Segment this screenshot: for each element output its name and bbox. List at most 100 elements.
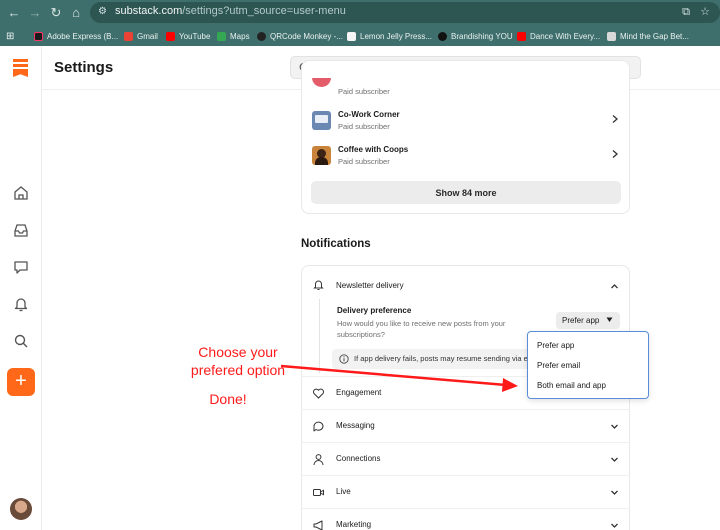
video-camera-icon xyxy=(313,489,324,496)
inbox-icon[interactable] xyxy=(12,221,30,239)
bookmarks-bar: ⊞ Adobe Express (B... Gmail YouTube Maps… xyxy=(0,26,720,46)
chat-icon[interactable] xyxy=(12,258,30,276)
bookmark-label: Gmail xyxy=(137,31,158,41)
site-info-icon[interactable]: ⚙ xyxy=(98,6,110,18)
bookmark-brandishing-you[interactable]: Brandishing YOU xyxy=(438,29,513,43)
url-host: substack.com xyxy=(115,5,183,17)
qrcode-icon xyxy=(257,31,266,41)
list-item[interactable]: Paid subscriber xyxy=(312,79,620,96)
home-nav-icon[interactable] xyxy=(12,184,30,202)
url-text[interactable]: substack.com/settings?utm_source=user-me… xyxy=(115,5,346,17)
chevron-up-icon[interactable] xyxy=(610,282,619,291)
home-icon[interactable]: ⌂ xyxy=(68,5,84,21)
bookmark-gmail[interactable]: Gmail xyxy=(124,29,158,43)
bookmark-star-icon[interactable]: ☆ xyxy=(698,5,712,19)
bell-icon xyxy=(313,280,324,290)
subscription-meta: Paid subscriber xyxy=(338,122,390,131)
cast-icon[interactable]: ⧉ xyxy=(679,5,693,19)
bookmark-dance[interactable]: Dance With Every... xyxy=(517,29,600,43)
notification-row-messaging[interactable]: Messaging xyxy=(301,409,630,442)
subscription-meta: Paid subscriber xyxy=(338,157,390,166)
youtube-icon xyxy=(517,31,526,41)
annotation-line-1: Choose your xyxy=(198,344,278,360)
bookmark-lemon-jelly[interactable]: Lemon Jelly Press... xyxy=(347,29,432,43)
url-path: /settings?utm_source=user-menu xyxy=(182,5,346,17)
chevron-down-icon xyxy=(611,457,618,462)
notification-label: Connections xyxy=(336,454,381,463)
list-item[interactable]: Coffee with Coops Paid subscriber xyxy=(312,144,620,172)
bookmark-adobe-express[interactable]: Adobe Express (B... xyxy=(34,29,118,43)
maps-icon xyxy=(217,31,226,41)
gmail-icon xyxy=(124,31,133,41)
forward-icon[interactable]: → xyxy=(27,5,43,21)
annotation-line-2: prefered option xyxy=(190,362,286,378)
lemon-jelly-icon xyxy=(347,31,356,41)
chevron-right-icon[interactable] xyxy=(610,149,620,159)
bookmark-label: Mind the Gap Bet... xyxy=(620,31,689,41)
apps-grid-icon[interactable]: ⊞ xyxy=(6,29,14,43)
search-nav-icon[interactable] xyxy=(12,332,30,350)
bookmark-label: Adobe Express (B... xyxy=(47,31,119,41)
bookmark-qrcode-monkey[interactable]: QRCode Monkey -... xyxy=(257,29,343,43)
notification-row-marketing[interactable]: Marketing xyxy=(301,508,630,530)
subscription-meta: Paid subscriber xyxy=(338,87,390,96)
bookmark-label: YouTube xyxy=(179,31,211,41)
subscription-name: Coffee with Coops xyxy=(338,145,409,154)
plus-icon: + xyxy=(15,370,27,392)
subscription-name: Co-Work Corner xyxy=(338,110,400,119)
notification-row-connections[interactable]: Connections xyxy=(301,442,630,475)
notification-label: Messaging xyxy=(336,421,375,430)
indent-line xyxy=(319,299,320,373)
option-prefer-app[interactable]: Prefer app xyxy=(537,341,574,350)
bookmark-youtube[interactable]: YouTube xyxy=(166,29,210,43)
list-item[interactable]: Co-Work Corner Paid subscriber xyxy=(312,109,620,137)
subscriptions-card: Paid subscriber Co-Work Corner Paid subs… xyxy=(301,60,630,214)
delivery-preference-select[interactable]: Prefer app xyxy=(556,312,620,329)
back-icon[interactable]: ← xyxy=(6,5,22,21)
megaphone-icon xyxy=(313,520,323,530)
chevron-down-icon xyxy=(611,490,618,495)
caret-down-icon xyxy=(606,317,613,322)
create-post-button[interactable]: + xyxy=(7,368,35,396)
bookmark-mind-the-gap[interactable]: Mind the Gap Bet... xyxy=(607,29,689,43)
person-icon xyxy=(313,454,324,466)
delivery-preference-dropdown: Prefer app Prefer email Both email and a… xyxy=(527,331,649,399)
notifications-heading: Notifications xyxy=(301,238,371,250)
avatar[interactable] xyxy=(10,498,32,520)
delivery-preference-title: Delivery preference xyxy=(337,306,412,315)
publication-thumb xyxy=(312,111,331,130)
warning-text: If app delivery fails, posts may resume … xyxy=(354,354,542,363)
page-title: Settings xyxy=(54,59,114,76)
option-prefer-email[interactable]: Prefer email xyxy=(537,361,580,370)
bookmark-label: Brandishing YOU xyxy=(451,31,513,41)
browser-chrome: ← → ↻ ⌂ ⚙ substack.com/settings?utm_sour… xyxy=(0,0,720,46)
substack-logo-icon[interactable] xyxy=(13,59,28,77)
bell-icon[interactable] xyxy=(12,295,30,313)
notification-label: Marketing xyxy=(336,520,372,529)
bookmark-label: QRCode Monkey -... xyxy=(270,31,343,41)
chevron-down-icon xyxy=(611,523,618,528)
heart-icon xyxy=(313,388,324,399)
option-both-email-and-app[interactable]: Both email and app xyxy=(537,381,606,390)
address-bar[interactable]: ⚙ substack.com/settings?utm_source=user-… xyxy=(90,2,720,23)
notification-row-live[interactable]: Live xyxy=(301,475,630,508)
info-icon xyxy=(339,354,349,364)
brandishing-icon xyxy=(438,31,447,41)
left-rail: + xyxy=(0,46,42,530)
notification-label: Live xyxy=(336,487,351,496)
show-more-button[interactable]: Show 84 more xyxy=(311,181,621,204)
chevron-right-icon[interactable] xyxy=(610,114,620,124)
message-bubble-icon xyxy=(313,421,324,432)
adobe-icon xyxy=(34,31,43,41)
bookmark-maps[interactable]: Maps xyxy=(217,29,250,43)
annotation-done: Done! xyxy=(209,391,247,407)
youtube-icon xyxy=(166,31,175,41)
reload-icon[interactable]: ↻ xyxy=(48,5,64,21)
newsletter-delivery-label: Newsletter delivery xyxy=(336,281,404,290)
mind-the-gap-icon xyxy=(607,31,616,41)
bookmark-label: Dance With Every... xyxy=(530,31,601,41)
delivery-preference-description: How would you like to receive new posts … xyxy=(337,319,506,339)
publication-thumb xyxy=(312,146,331,165)
bookmark-label: Lemon Jelly Press... xyxy=(360,31,433,41)
bookmark-label: Maps xyxy=(230,31,250,41)
